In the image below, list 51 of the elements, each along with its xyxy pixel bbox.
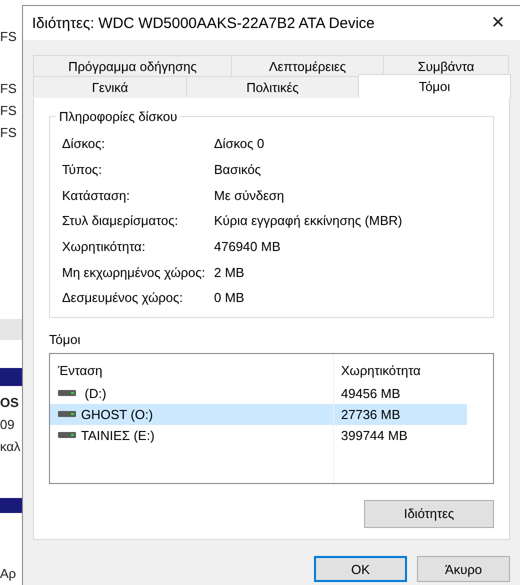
- background-text: OS: [0, 394, 20, 412]
- info-value: Δίσκος 0: [214, 136, 264, 152]
- column-header[interactable]: Χωρητικότητα: [333, 363, 421, 378]
- background-text: FS: [0, 80, 18, 98]
- drive-icon: [58, 390, 76, 396]
- background-text: Αρ: [0, 565, 18, 583]
- info-label: Κατάσταση:: [62, 188, 131, 203]
- window-title: Ιδιότητες: WDC WD5000AAKS-22A7B2 ATA Device: [32, 14, 375, 32]
- background-text: FS: [0, 124, 18, 142]
- drive-icon: [58, 411, 76, 418]
- group-title: Πληροφορίες δίσκου: [56, 109, 180, 124]
- tab[interactable]: Γενικά: [33, 76, 187, 97]
- tab[interactable]: Λεπτομέρειες: [231, 55, 384, 76]
- tab[interactable]: Τόμοι: [358, 74, 511, 98]
- volume-row[interactable]: (D:) 49456 MB: [50, 382, 467, 404]
- volume-capacity: 399744 MB: [340, 428, 408, 443]
- info-label: Χωρητικότητα:: [62, 239, 146, 254]
- volume-row[interactable]: ΤΑΙΝΙΕΣ (E:) 399744 MB: [50, 424, 467, 446]
- background-bar: [0, 368, 22, 386]
- volume-name: ΤΑΙΝΙΕΣ (E:): [81, 428, 155, 443]
- drive-icon: [58, 432, 76, 438]
- volume-row[interactable]: GHOST (O:) 27736 MB: [50, 404, 467, 425]
- dialog-button[interactable]: OK: [314, 556, 407, 582]
- info-label: Τύπος:: [62, 162, 103, 178]
- background-bar: [0, 498, 22, 513]
- info-label: Δεσμευμένος χώρος:: [62, 290, 184, 306]
- volume-capacity: 49456 MB: [340, 386, 400, 401]
- info-label: Μη εκχωρημένος χώρος:: [62, 264, 206, 280]
- close-button[interactable]: ✕: [476, 6, 520, 40]
- info-label: Δίσκος:: [62, 136, 106, 152]
- tab[interactable]: Πρόγραμμα οδήγησης: [33, 55, 232, 76]
- info-value: Κύρια εγγραφή εκκίνησης (MBR): [214, 213, 402, 228]
- dialog-button[interactable]: Άκυρο: [417, 556, 510, 582]
- info-label: Στυλ διαμερίσματος:: [62, 213, 180, 228]
- background-text: FS: [0, 102, 18, 120]
- info-value: 2 MB: [214, 264, 244, 280]
- properties-button[interactable]: Ιδιότητες: [364, 500, 494, 528]
- tab[interactable]: Πολιτικές: [186, 76, 359, 97]
- section-title: Τόμοι: [49, 332, 82, 347]
- info-value: Βασικός: [214, 162, 261, 178]
- background-text: καλ: [0, 438, 22, 456]
- volume-name: (D:): [84, 386, 106, 401]
- info-value: Με σύνδεση: [214, 188, 284, 203]
- volume-capacity: 27736 MB: [340, 406, 400, 422]
- column-header[interactable]: Ένταση: [50, 363, 333, 378]
- background-text: FS: [0, 28, 18, 46]
- info-value: 476940 MB: [214, 239, 280, 254]
- tab[interactable]: Συμβάντα: [383, 55, 509, 76]
- info-value: 0 MB: [214, 290, 244, 306]
- background-text: 09: [0, 416, 16, 434]
- volume-name: GHOST (O:): [81, 406, 153, 422]
